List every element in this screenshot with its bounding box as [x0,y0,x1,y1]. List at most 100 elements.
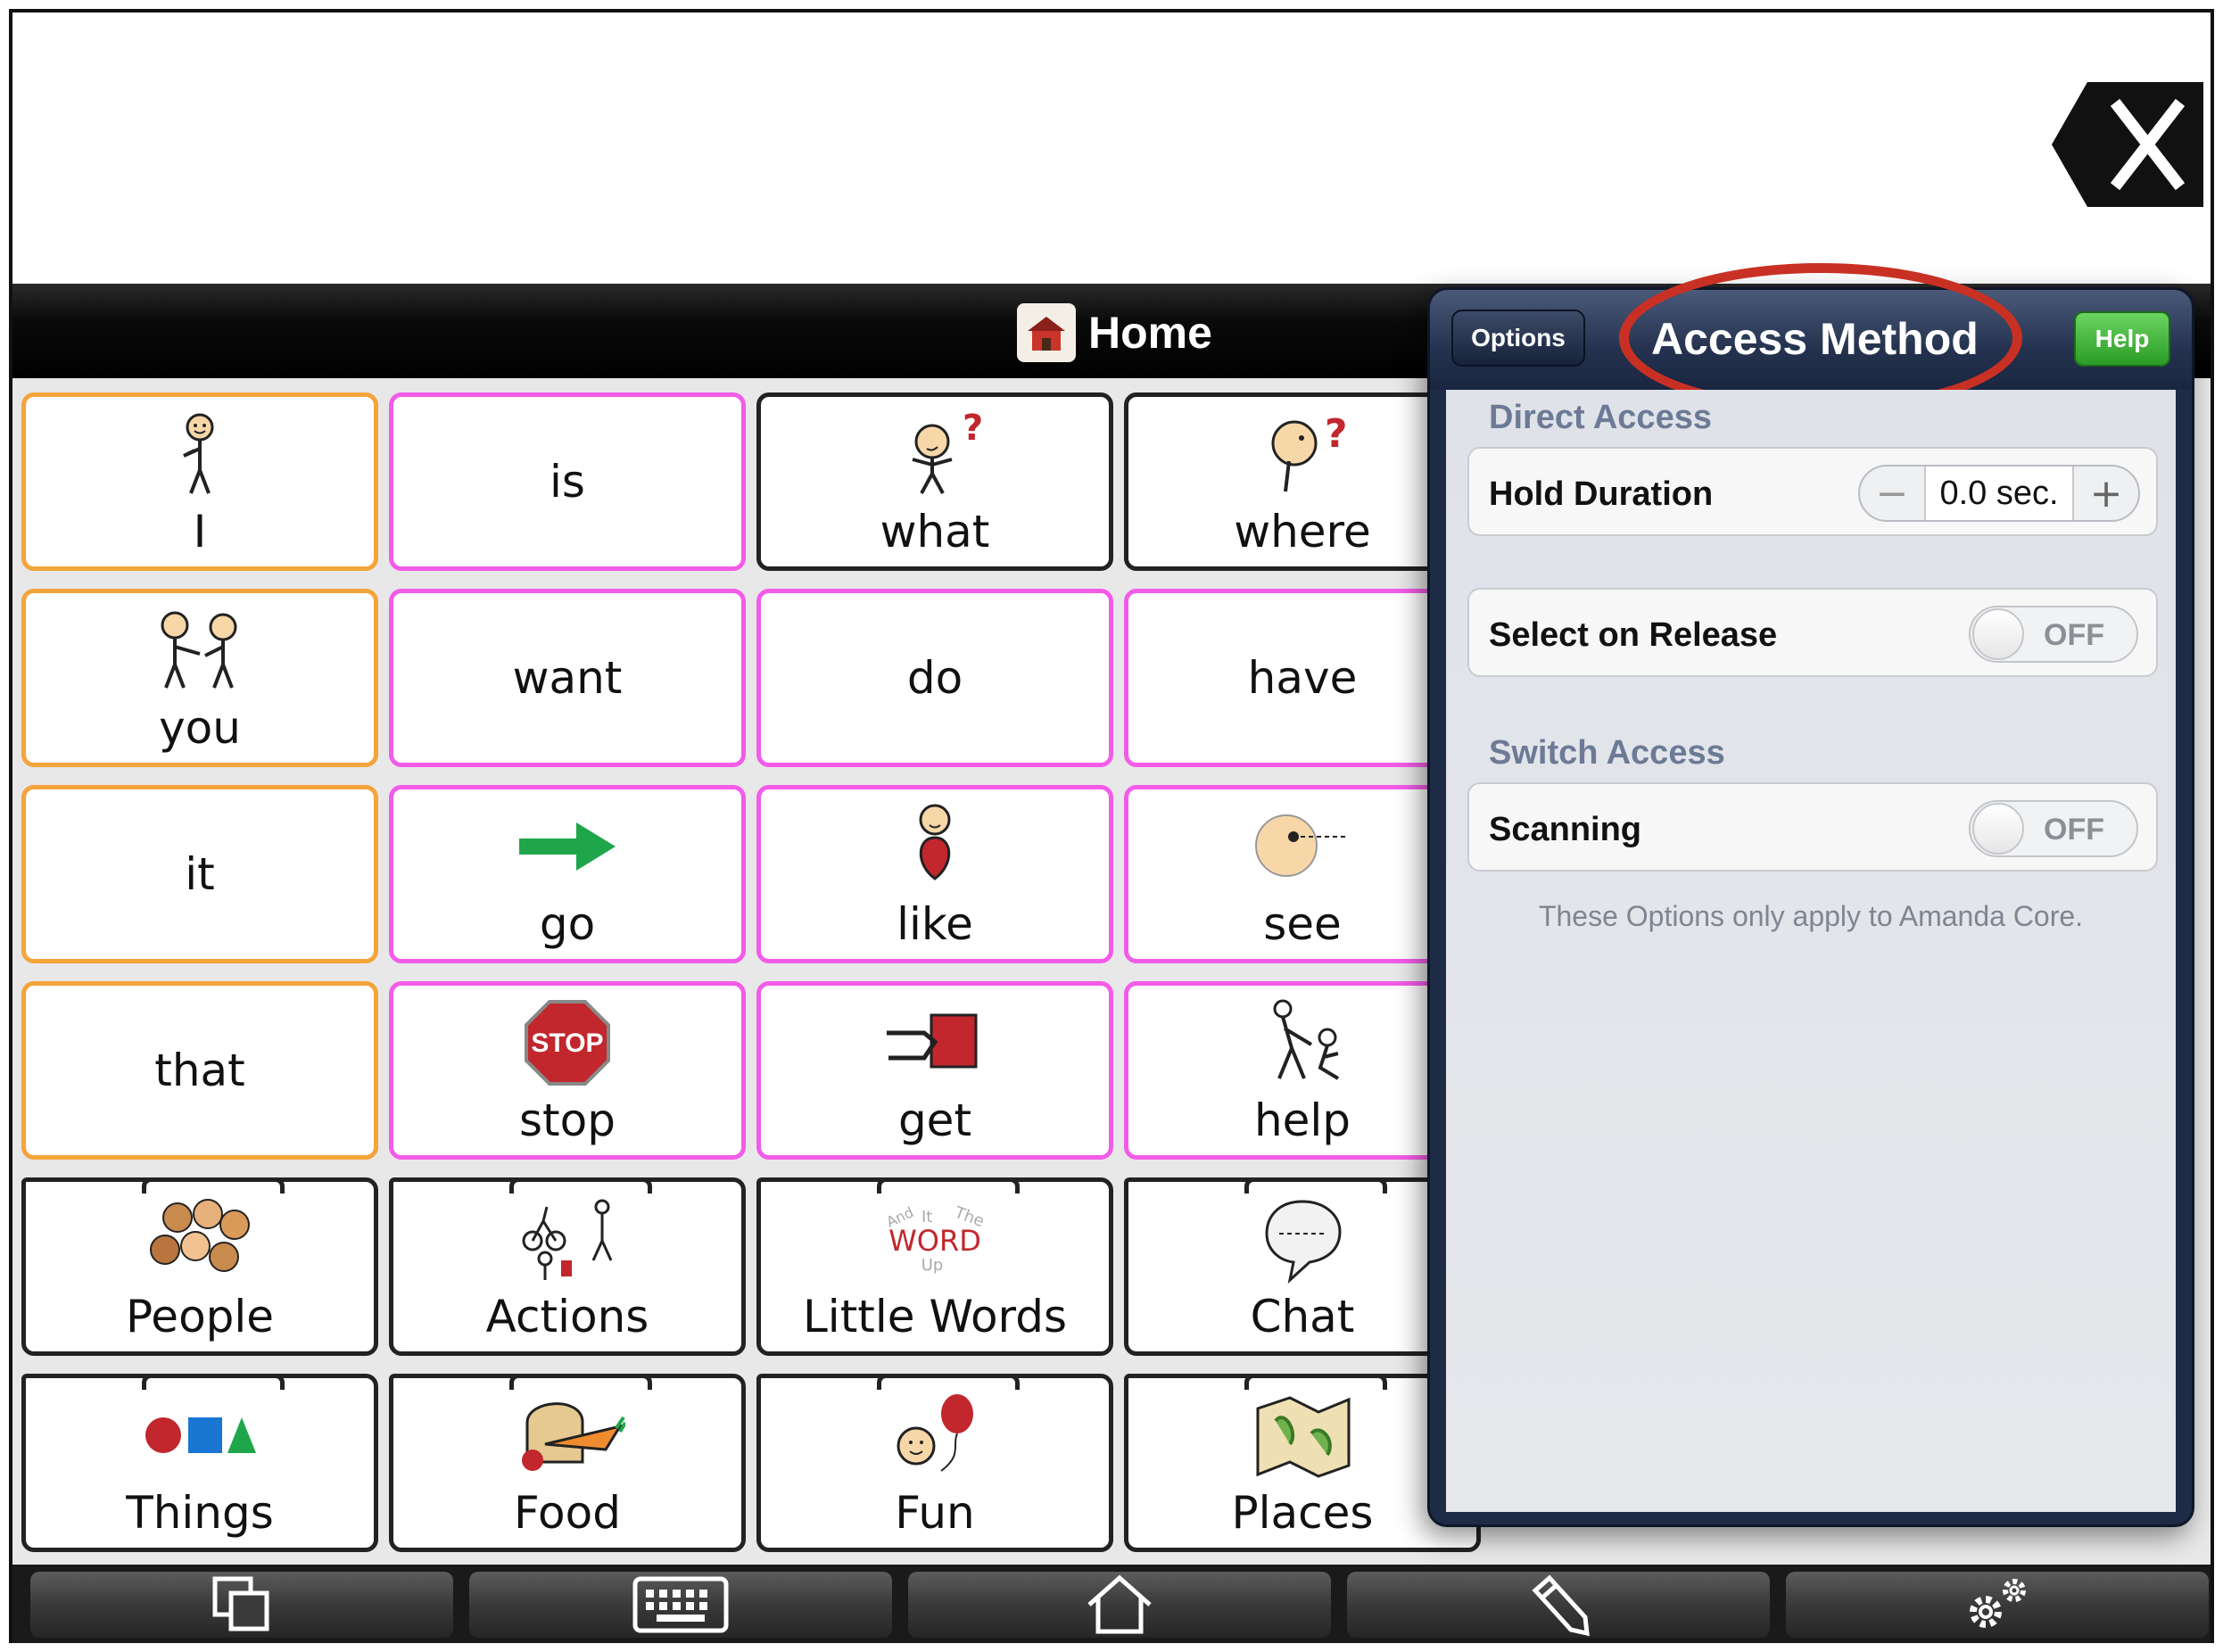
bottom-toolbar [12,1565,2211,1643]
symbol-button-it[interactable]: it [21,785,378,963]
select-on-release-row: Select on Release OFF [1467,588,2158,677]
symbol-label: Places [1231,1487,1374,1539]
toggle-knob [1972,608,2024,660]
symbol-label: do [906,652,963,704]
person-pointing-other-icon [146,606,253,695]
home-button[interactable] [908,1572,1331,1638]
symbol-button-do[interactable]: do [756,589,1113,767]
symbol-button-you[interactable]: you [21,589,378,767]
symbol-label: you [159,702,241,754]
symbol-label: stop [519,1094,616,1146]
edit-button[interactable] [1347,1572,1770,1638]
popover-footnote: These Options only apply to Amanda Core. [1538,900,2084,932]
symbol-button-people[interactable]: People [21,1177,378,1356]
symbol-label: have [1247,652,1358,704]
folder-tab [142,1177,285,1194]
direct-access-header: Direct Access [1489,399,1712,436]
actions-figures-icon [509,1194,625,1284]
scanning-row: Scanning OFF [1467,782,2158,871]
symbol-label: I [193,506,207,558]
eye-face-icon [1249,802,1356,891]
word-cloud-icon: And It The WORD Up [877,1194,993,1284]
heart-person-icon [899,802,971,891]
folder-tab [877,1374,1020,1390]
question-person-icon: ? [886,409,984,499]
switch-access-header: Switch Access [1489,734,1725,772]
copy-pages-button[interactable] [30,1572,453,1638]
green-arrow-icon [514,802,621,891]
symbol-label: Little Words [802,1291,1068,1342]
symbol-button-little-words[interactable]: And It The WORD Up Little Words [756,1177,1113,1356]
hold-duration-value: 0.0 sec. [1924,467,2074,520]
symbol-button-stop[interactable]: STOP stop [389,981,746,1160]
hold-duration-row: Hold Duration − 0.0 sec. + [1467,447,2158,536]
scanning-label: Scanning [1489,811,1642,848]
svg-text:WORD: WORD [888,1224,981,1258]
svg-text:Up: Up [921,1256,944,1275]
symbol-button-that[interactable]: that [21,981,378,1160]
help-button[interactable]: Help [2074,311,2170,367]
symbol-button-go[interactable]: go [389,785,746,963]
clear-icon [2052,82,2203,207]
symbol-label: Food [514,1487,621,1539]
clear-message-button[interactable] [2052,82,2203,207]
symbol-label: what [880,506,990,558]
message-bar[interactable] [12,12,2211,284]
board-title: Home [1017,303,1212,362]
balloon-face-icon [886,1391,984,1480]
speech-bubble-icon [1258,1194,1347,1284]
access-method-popover: Options Access Method Help Direct Access… [1427,263,2194,1527]
svg-text:?: ? [1325,411,1348,457]
symbol-button-fun[interactable]: Fun [756,1374,1113,1552]
keyboard-button[interactable] [469,1572,892,1638]
person-pointing-self-icon [164,409,236,499]
hand-grab-box-icon [881,998,988,1087]
folder-tab [509,1177,652,1194]
options-back-button[interactable]: Options [1451,310,1585,367]
symbol-label: Fun [895,1487,975,1539]
board-title-label: Home [1088,308,1212,358]
select-on-release-toggle[interactable]: OFF [1969,606,2138,663]
toggle-state: OFF [2044,618,2104,652]
symbol-label: Actions [485,1291,649,1342]
symbol-button-want[interactable]: want [389,589,746,767]
folder-tab [1244,1177,1387,1194]
food-bread-carrot-icon [509,1391,625,1480]
select-on-release-label: Select on Release [1489,616,1778,654]
symbol-label: help [1253,1094,1351,1146]
gears-icon [1970,1579,2026,1628]
minus-icon[interactable]: − [1860,467,1924,520]
symbol-button-like[interactable]: like [756,785,1113,963]
pencil-icon [1532,1574,1590,1637]
helping-people-icon [1249,998,1356,1087]
copy-pages-icon [212,1576,269,1631]
symbol-button-is[interactable]: is [389,392,746,571]
symbol-label: is [550,456,585,508]
map-icon [1249,1391,1356,1480]
toggle-state: OFF [2044,813,2104,847]
plus-icon[interactable]: + [2074,467,2138,520]
question-head-icon: ? [1253,409,1351,499]
symbol-button-get[interactable]: get [756,981,1113,1160]
symbol-button-i[interactable]: I [21,392,378,571]
settings-button[interactable] [1786,1572,2209,1638]
scanning-toggle[interactable]: OFF [1969,800,2138,857]
folder-tab [1244,1374,1387,1390]
symbol-button-actions[interactable]: Actions [389,1177,746,1356]
folder-tab [509,1374,652,1390]
symbol-label: it [185,848,215,900]
popover-header: Options Access Method Help [1430,263,2192,413]
popover-content: Direct Access Hold Duration − 0.0 sec. +… [1446,390,2176,1512]
symbol-label: like [897,898,973,950]
symbol-label: People [125,1291,275,1342]
symbol-label: where [1234,506,1371,558]
symbol-label: that [154,1045,245,1096]
keyboard-icon [632,1576,729,1633]
home-outline-icon [1087,1574,1152,1634]
symbol-label: get [897,1094,972,1146]
folder-tab [877,1177,1020,1194]
hold-duration-label: Hold Duration [1489,475,1714,513]
symbol-button-things[interactable]: Things [21,1374,378,1552]
symbol-button-what[interactable]: ? what [756,392,1113,571]
symbol-button-food[interactable]: Food [389,1374,746,1552]
